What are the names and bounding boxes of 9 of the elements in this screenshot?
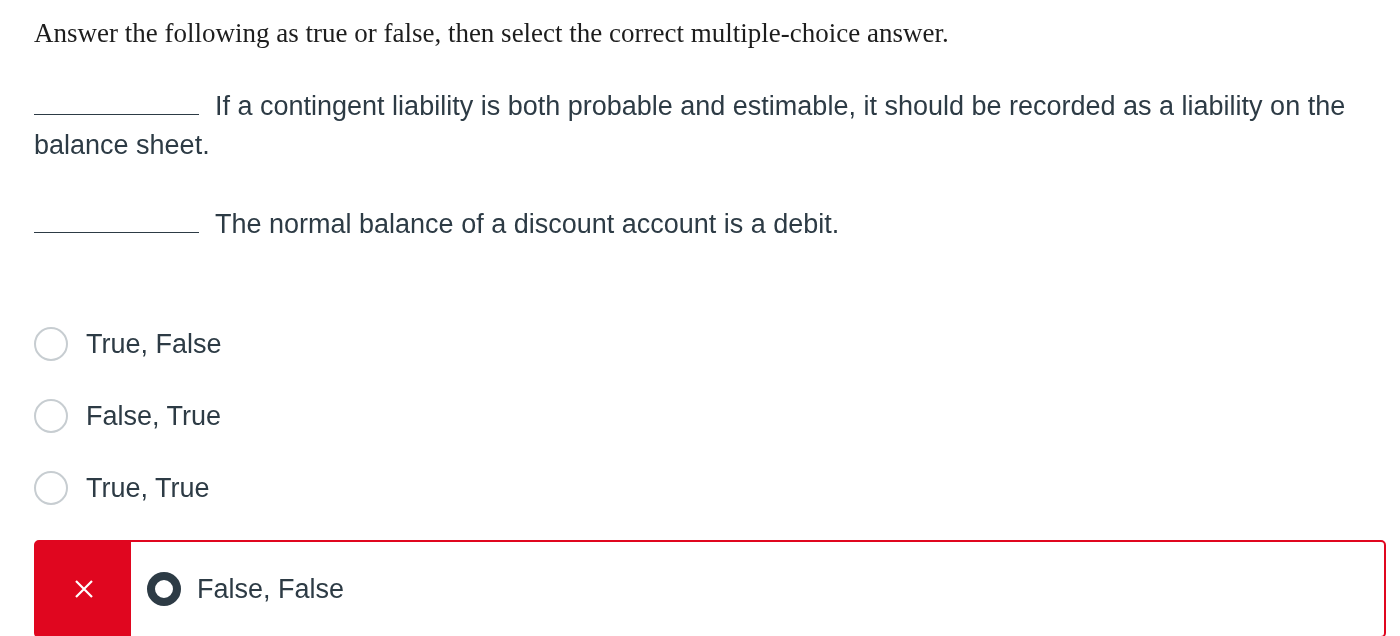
option-label[interactable]: False, True <box>86 400 222 432</box>
statement-text: If a contingent liability is both probable and estimable, it should be recorded as a liability on the balance sheet. <box>34 87 1386 165</box>
cross-icon <box>73 579 94 599</box>
instruction-text: Answer the following as true or false, then select the correct multiple-choice answer. <box>34 18 950 49</box>
option-label[interactable]: False, False <box>197 573 345 605</box>
option-label[interactable]: True, False <box>86 328 222 360</box>
radio-button[interactable] <box>147 572 181 606</box>
statement-text: The normal balance of a discount account is a debit. <box>34 205 1386 244</box>
option-label[interactable]: True, True <box>86 472 210 504</box>
